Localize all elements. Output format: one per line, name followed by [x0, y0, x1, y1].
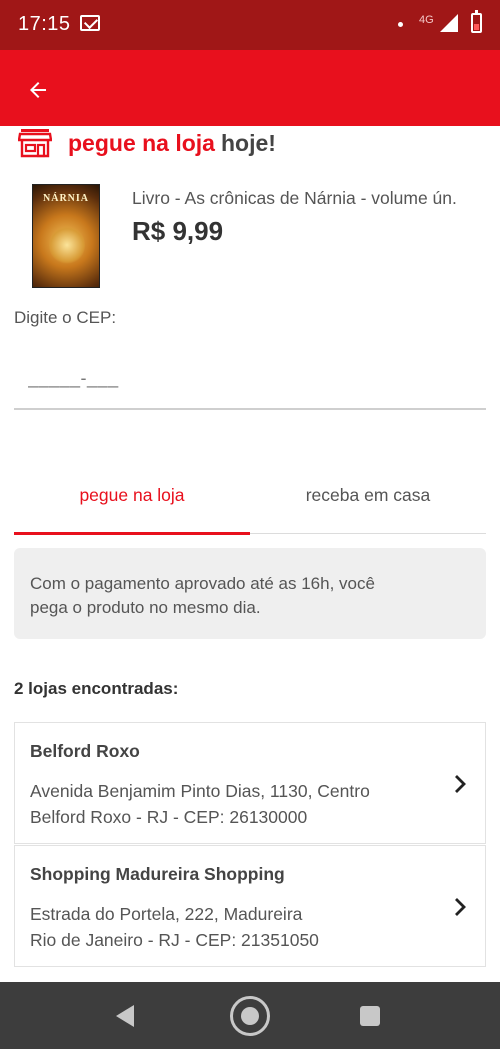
info-line-1: Com o pagamento aprovado até as 16h, voc…	[30, 574, 375, 593]
tab-pickup[interactable]: pegue na loja	[14, 456, 250, 535]
product-name: Livro - As crônicas de Nárnia - volume ú…	[132, 188, 457, 208]
nav-recents-icon[interactable]	[360, 1006, 380, 1026]
store-address-line2: Belford Roxo - RJ - CEP: 26130000	[30, 807, 308, 827]
status-time: 17:15	[18, 13, 71, 35]
store-name: Belford Roxo	[30, 741, 140, 761]
mail-icon	[80, 15, 100, 31]
nav-home-icon[interactable]	[230, 996, 270, 1036]
store-card-madureira[interactable]: Shopping Madureira Shopping Estrada do P…	[14, 845, 486, 967]
app-bar	[0, 50, 500, 126]
cep-label: Digite o CEP:	[14, 308, 117, 327]
book-cover-title: NÁRNIA	[43, 193, 89, 204]
tab-home-delivery[interactable]: receba em casa	[250, 456, 486, 534]
store-card-belford-roxo[interactable]: Belford Roxo Avenida Benjamim Pinto Dias…	[14, 722, 486, 844]
store-address-line2: Rio de Janeiro - RJ - CEP: 21351050	[30, 930, 319, 950]
battery-icon	[471, 10, 482, 33]
store-address-line1: Avenida Benjamim Pinto Dias, 1130, Centr…	[30, 781, 370, 801]
book-cover-image: NÁRNIA	[32, 184, 100, 288]
store-name: Shopping Madureira Shopping	[30, 864, 285, 884]
product-price: R$ 9,99	[132, 216, 224, 246]
lion-illustration	[49, 225, 85, 265]
stores-count: 2 lojas encontradas:	[14, 679, 179, 698]
signal-icon	[440, 14, 458, 32]
chevron-right-icon	[455, 775, 466, 793]
pickup-header-highlight: pegue na loja	[68, 129, 215, 156]
status-bar: 17:15 4G	[0, 0, 500, 50]
network-type: 4G	[419, 14, 434, 26]
cep-input[interactable]	[14, 348, 486, 410]
product-summary: NÁRNIA Livro - As crônicas de Nárnia - v…	[32, 184, 492, 290]
info-line-2: pega o produto no mesmo dia.	[30, 598, 261, 617]
pickup-info-box: Com o pagamento aprovado até as 16h, voc…	[14, 548, 486, 639]
notification-dot-icon	[398, 22, 403, 27]
system-nav-bar	[0, 982, 500, 1049]
store-address-line1: Estrada do Portela, 222, Madureira	[30, 904, 303, 924]
back-button[interactable]	[20, 72, 56, 108]
arrow-left-icon	[30, 82, 46, 98]
chevron-right-icon	[455, 898, 466, 916]
store-icon	[18, 129, 52, 158]
nav-back-icon[interactable]	[116, 1005, 134, 1027]
delivery-tabs: pegue na loja receba em casa	[14, 456, 486, 535]
pickup-header-rest: hoje!	[220, 129, 276, 156]
pickup-header: pegue na loja hoje!	[18, 126, 276, 160]
